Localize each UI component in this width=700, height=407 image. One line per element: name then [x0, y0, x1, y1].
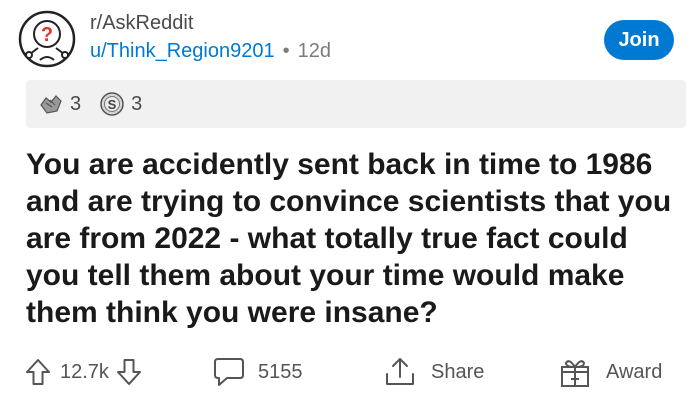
- share-icon: [386, 358, 414, 385]
- award-hands-icon: [38, 91, 64, 117]
- awards-bar[interactable]: 3 S 3: [26, 80, 686, 128]
- post-meta: u/Think_Region9201 • 12d: [90, 40, 331, 63]
- action-bar: 12.7k 5155 Share Award: [0, 348, 700, 396]
- join-button[interactable]: Join: [604, 20, 674, 60]
- downvote-icon[interactable]: [115, 357, 143, 387]
- gift-icon: [561, 360, 589, 387]
- subreddit-avatar-icon[interactable]: ?: [18, 10, 76, 68]
- comment-count: 5155: [258, 360, 303, 383]
- post-title[interactable]: You are accidently sent back in time to …: [26, 146, 676, 331]
- share-button[interactable]: Share: [383, 348, 484, 396]
- author-link[interactable]: u/Think_Region9201: [90, 40, 275, 63]
- silver-award-icon: S: [99, 91, 125, 117]
- meta-separator: •: [282, 40, 290, 62]
- award-count: 3: [70, 92, 82, 115]
- svg-text:S: S: [108, 97, 117, 112]
- award-label: Award: [606, 360, 663, 383]
- award-count: 3: [131, 92, 143, 115]
- comment-icon: [214, 358, 244, 386]
- upvote-icon[interactable]: [24, 357, 52, 387]
- vote-group: 12.7k: [24, 348, 143, 396]
- upvote-count: 12.7k: [60, 360, 109, 383]
- share-label: Share: [431, 360, 485, 383]
- comments-button[interactable]: 5155: [212, 348, 303, 396]
- subreddit-name[interactable]: r/AskReddit: [90, 12, 193, 35]
- svg-text:?: ?: [41, 24, 53, 46]
- post-age: 12d: [297, 40, 331, 62]
- award-button[interactable]: Award: [558, 348, 662, 396]
